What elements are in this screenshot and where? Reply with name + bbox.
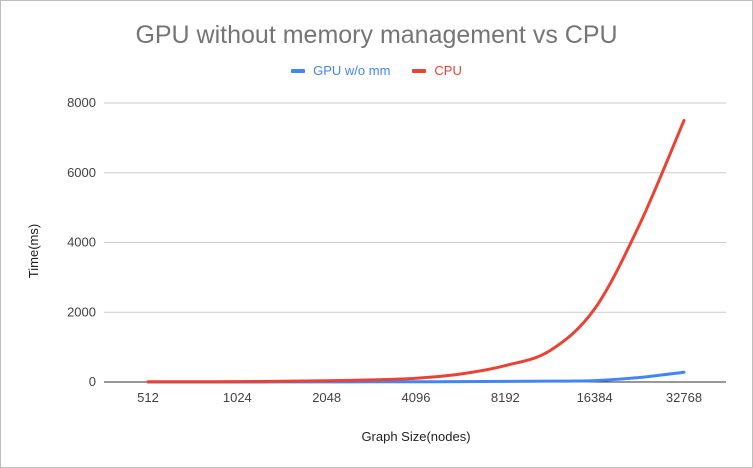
y-axis-ticks: 0 2000 4000 6000 8000 — [67, 95, 96, 389]
y-tick-label: 6000 — [67, 165, 96, 180]
y-tick-label: 4000 — [67, 235, 96, 250]
y-tick-label: 0 — [89, 374, 96, 389]
y-tick-label: 2000 — [67, 304, 96, 319]
x-tick-label: 512 — [137, 390, 159, 405]
series-lines — [146, 118, 686, 384]
chart-frame: GPU without memory management vs CPU GPU… — [0, 0, 753, 468]
x-tick-label: 2048 — [312, 390, 341, 405]
gridlines — [104, 102, 726, 383]
line-chart-plot: 0 2000 4000 6000 8000 512 1024 2048 4096 8192 163… — [26, 95, 726, 444]
x-tick-label: 8192 — [491, 390, 520, 405]
series-line-cpu — [146, 118, 686, 384]
x-tick-label: 32768 — [666, 390, 702, 405]
x-axis-ticks: 512 1024 2048 4096 8192 16384 32768 — [137, 390, 702, 405]
y-axis-title: Time(ms) — [26, 224, 41, 278]
x-axis-title: Graph Size(nodes) — [361, 429, 470, 444]
x-tick-label: 16384 — [577, 390, 613, 405]
x-tick-label: 1024 — [223, 390, 252, 405]
x-tick-label: 4096 — [402, 390, 431, 405]
y-tick-label: 8000 — [67, 95, 96, 110]
